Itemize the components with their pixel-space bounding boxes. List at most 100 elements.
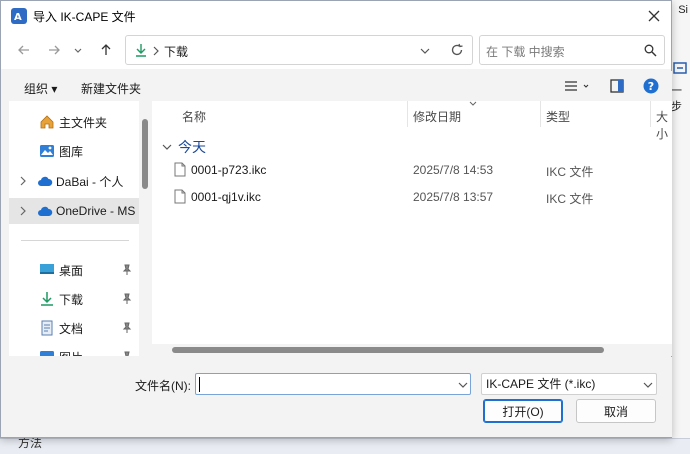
desktop-icon [40, 264, 54, 274]
horizontal-scroll-thumb[interactable] [172, 347, 604, 353]
pin-icon[interactable] [122, 322, 132, 334]
chevron-down-icon[interactable] [458, 380, 468, 390]
cloud-icon [38, 206, 53, 216]
preview-pane-icon [610, 79, 624, 93]
sidebar-item-documents[interactable]: 文档 [9, 315, 139, 341]
file-type-select[interactable]: IK-CAPE 文件 (*.ikc) [481, 373, 657, 395]
close-icon [648, 10, 660, 22]
chevron-down-icon [74, 48, 82, 53]
view-options-button[interactable] [564, 79, 590, 96]
new-folder-button[interactable]: 新建文件夹 [81, 80, 141, 97]
sidebar-item-label: OneDrive - MS [56, 204, 136, 218]
search-box[interactable]: 在 下载 中搜索 [479, 35, 665, 65]
home-icon [40, 115, 54, 129]
arrow-up-icon [101, 44, 111, 55]
search-icon[interactable] [644, 44, 657, 57]
expand-chevron-icon[interactable] [19, 206, 27, 216]
sidebar-item-label: 文档 [59, 321, 84, 336]
step-icon [673, 62, 687, 74]
collapse-chevron-icon[interactable] [162, 143, 172, 151]
column-header-modified[interactable]: 修改日期 [413, 108, 461, 125]
sidebar-item-label: 桌面 [59, 263, 84, 278]
pin-icon[interactable] [122, 351, 132, 356]
help-button[interactable]: ? [643, 78, 659, 97]
sidebar-item-label: 主文件夹 [59, 115, 108, 130]
sidebar-item-label: 图片 [59, 349, 83, 357]
column-header-name[interactable]: 名称 [182, 108, 206, 125]
horizontal-scrollbar[interactable] [152, 344, 672, 356]
document-icon [41, 320, 53, 336]
file-modified: 2025/7/8 14:53 [413, 163, 494, 177]
cancel-button[interactable]: 取消 [576, 399, 656, 423]
command-toolbar: 组织 ▾ 新建文件夹 ? [2, 71, 672, 101]
sidebar-item-desktop[interactable]: 桌面 [9, 257, 139, 283]
sidebar-item-downloads[interactable]: 下载 [9, 286, 139, 312]
help-icon: ? [643, 78, 659, 94]
file-icon [174, 162, 186, 177]
filename-label: 文件名(N): [135, 379, 191, 393]
forward-button[interactable] [43, 39, 65, 61]
list-view-icon [565, 81, 589, 91]
close-button[interactable] [643, 5, 665, 27]
dialog-titlebar: A 导入 IK-CAPE 文件 [1, 1, 671, 31]
sidebar-item-dabai[interactable]: DaBai - 个人 [9, 168, 139, 194]
up-button[interactable] [95, 39, 117, 61]
group-label: 今天 [178, 139, 206, 155]
organize-menu[interactable]: 组织 ▾ [24, 80, 57, 97]
download-icon [41, 292, 53, 306]
column-separator[interactable] [540, 101, 541, 127]
back-button[interactable] [13, 39, 35, 61]
file-row[interactable]: 0001-p723.ikc 2025/7/8 14:53 IKC 文件 [152, 157, 672, 183]
sidebar-item-label: DaBai - 个人 [56, 174, 124, 189]
column-header-type[interactable]: 类型 [546, 108, 570, 125]
open-button-label: 打开(O) [502, 404, 544, 419]
search-placeholder[interactable]: 在 下载 中搜索 [486, 43, 565, 60]
sidebar-item-label: 下载 [59, 292, 84, 307]
text-caret [199, 377, 200, 392]
filename-input[interactable] [195, 373, 471, 395]
file-type: IKC 文件 [546, 192, 594, 206]
svg-text:?: ? [648, 80, 654, 93]
chevron-down-icon [643, 382, 653, 388]
file-list-pane: 名称 修改日期 类型 大小 今天 0001-p723.ikc 2025/7/8 … [152, 101, 672, 356]
background-si-text: Si [678, 4, 688, 16]
column-separator[interactable] [407, 101, 408, 127]
file-icon [174, 189, 186, 204]
sidebar-item-onedrive[interactable]: OneDrive - MS [9, 198, 139, 224]
pin-icon[interactable] [122, 293, 132, 305]
expand-chevron-icon[interactable] [19, 176, 27, 186]
arrow-right-icon [49, 45, 60, 55]
file-row[interactable]: 0001-qj1v.ikc 2025/7/8 13:57 IKC 文件 [152, 184, 672, 210]
dialog-title: 导入 IK-CAPE 文件 [33, 9, 136, 24]
recent-locations-button[interactable] [67, 39, 89, 61]
sidebar-item-label: 图库 [59, 144, 84, 159]
address-bar[interactable]: 下载 [125, 35, 473, 65]
file-name: 0001-qj1v.ikc [191, 190, 261, 204]
dialog-footer: 文件名(N): IK-CAPE 文件 (*.ikc) 打开(O) 取消 [2, 357, 672, 437]
sidebar-scrollbar[interactable] [139, 101, 151, 356]
open-button[interactable]: 打开(O) [483, 399, 563, 423]
address-dropdown-icon[interactable] [420, 46, 430, 56]
background-bottom-bar [0, 438, 690, 454]
sidebar-item-pictures[interactable]: 图片 [9, 344, 139, 356]
cancel-button-label: 取消 [603, 404, 628, 419]
file-type: IKC 文件 [546, 165, 594, 179]
app-logo-icon: A [11, 8, 27, 24]
sidebar-scroll-thumb[interactable] [142, 119, 148, 189]
background-right-panel: Si 一步 [670, 0, 690, 454]
group-header-today[interactable]: 今天 [162, 137, 206, 157]
sidebar-item-home[interactable]: 主文件夹 [9, 109, 139, 135]
cloud-icon [38, 176, 53, 186]
file-name: 0001-p723.ikc [191, 163, 267, 177]
column-separator[interactable] [650, 101, 651, 127]
breadcrumb-current[interactable]: 下载 [164, 43, 188, 60]
import-dialog: A 导入 IK-CAPE 文件 下载 在 下载 中搜索 组织 ▾ 新建文件夹 ?… [0, 0, 672, 438]
preview-pane-button[interactable] [610, 79, 624, 96]
pin-icon[interactable] [122, 264, 132, 276]
sort-indicator-icon [469, 101, 477, 106]
column-header-size[interactable]: 大小 [656, 108, 672, 142]
sidebar-divider [21, 240, 129, 241]
sidebar-item-gallery[interactable]: 图库 [9, 138, 139, 164]
file-type-selected: IK-CAPE 文件 (*.ikc) [486, 377, 596, 391]
refresh-icon[interactable] [450, 43, 464, 57]
